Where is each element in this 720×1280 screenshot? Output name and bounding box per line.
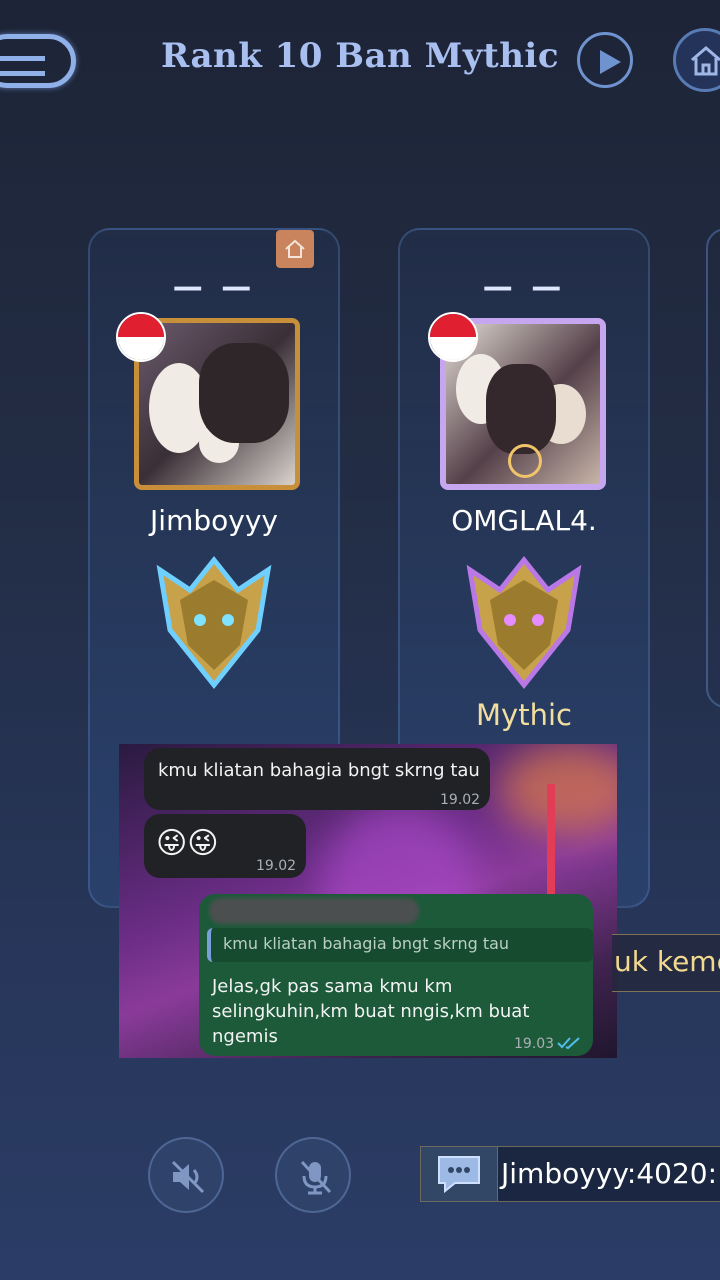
message-time: 19.02 [256, 858, 297, 874]
quoted-text: kmu kliatan bahagia bngt skrng tau [223, 934, 510, 953]
play-icon [600, 50, 621, 74]
player-name: OMGLAL4. [451, 504, 597, 537]
page-title: Rank 10 Ban Mythic [160, 36, 560, 76]
chat-message-incoming[interactable]: 😜😜 19.02 [144, 814, 306, 878]
side-ticker-text: uk keme [614, 945, 720, 978]
message-time: 19.03 [514, 1036, 555, 1052]
message-emoji: 😜😜 [156, 826, 219, 861]
flag-indonesia-icon [116, 312, 166, 362]
message-time: 19.02 [440, 792, 481, 808]
quoted-message[interactable]: kmu kliatan bahagia bngt skrng tau [207, 928, 593, 962]
message-text: kmu kliatan bahagia bngt skrng tau [158, 760, 480, 781]
player-card-3-edge[interactable] [706, 228, 720, 708]
mic-toggle-button[interactable] [275, 1137, 351, 1213]
background-figure [547, 784, 555, 894]
double-check-icon [557, 1037, 580, 1050]
play-button[interactable] [577, 32, 633, 88]
player-slot-label: — — [172, 270, 256, 305]
back-icon[interactable] [0, 34, 76, 88]
chat-message-incoming[interactable]: kmu kliatan bahagia bngt skrng tau 19.02 [144, 748, 490, 810]
chat-screenshot-overlay: kmu kliatan bahagia bngt skrng tau 19.02… [119, 744, 617, 1058]
home-icon [691, 46, 720, 76]
player-name: Jimboyyy [150, 504, 278, 537]
room-owner-icon [276, 230, 314, 268]
mic-muted-icon [300, 1160, 332, 1195]
flag-indonesia-icon [428, 312, 478, 362]
side-ticker: uk keme [612, 934, 720, 992]
mythic-emblem-icon [156, 555, 272, 690]
redacted-sender [209, 898, 419, 924]
top-bar: Rank 10 Ban Mythic [0, 0, 720, 120]
speaker-toggle-button[interactable] [148, 1137, 224, 1213]
chat-bar[interactable]: Jimboyyy:4020: [420, 1146, 720, 1202]
home-button[interactable] [673, 28, 720, 92]
rank-label: Mythic [476, 698, 572, 732]
chat-icon [438, 1156, 480, 1194]
player-slot-label: — — [482, 270, 566, 305]
chat-message-outgoing[interactable]: kmu kliatan bahagia bngt skrng tau Jelas… [199, 894, 593, 1056]
chat-preview-text: Jimboyyy:4020: [501, 1157, 718, 1190]
message-text: Jelas,gk pas sama kmu km selingkuhin,km … [212, 976, 530, 1047]
speaker-muted-icon [171, 1160, 205, 1194]
chat-button[interactable] [421, 1147, 498, 1201]
mythic-emblem-icon [466, 555, 582, 690]
